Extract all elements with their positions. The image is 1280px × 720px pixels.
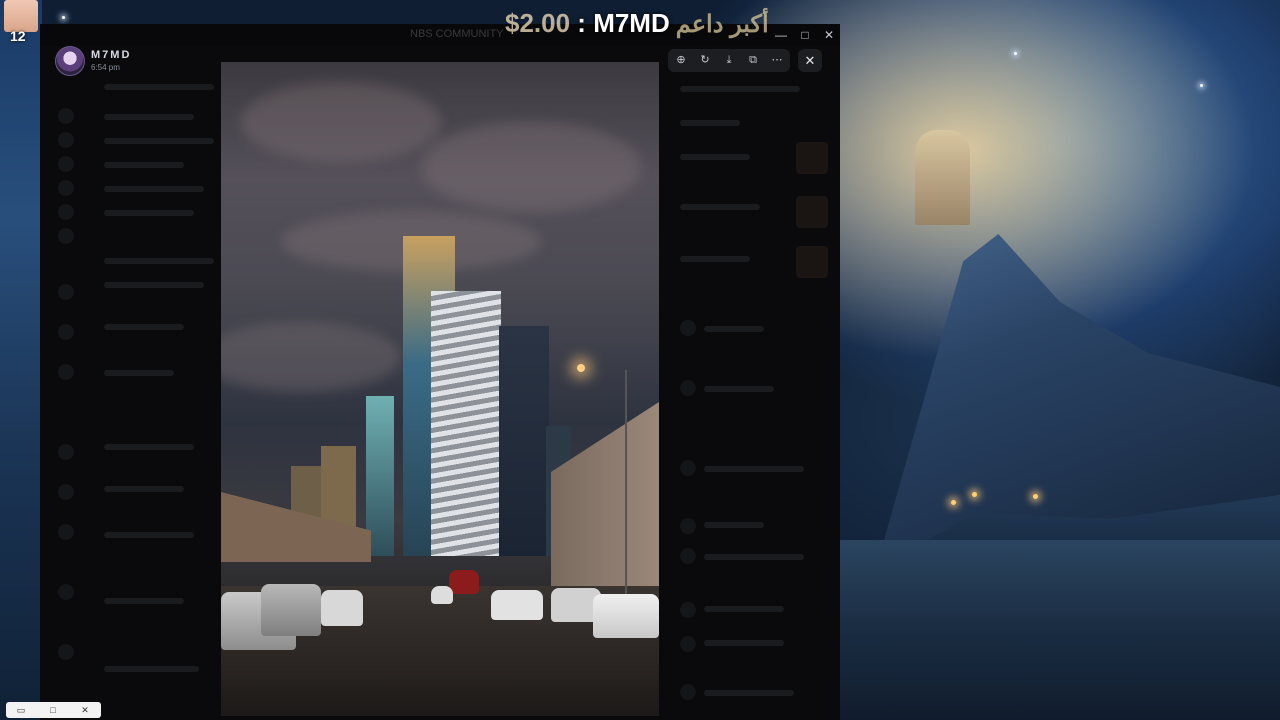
uploader-time: 6:54 pm [91,63,120,72]
viewer-toolbar: ⊕ ↻ ⤓ ⧉ ⋯ [668,49,790,72]
close-icon[interactable]: ✕ [76,703,94,717]
wallpaper-star [62,16,65,19]
desktop-corner-label: 12 [10,28,26,44]
close-viewer-button[interactable]: ✕ [798,49,822,72]
restore-icon[interactable]: ▭ [10,703,32,717]
uploader-avatar[interactable] [55,46,85,76]
wallpaper-mountain [884,234,1280,540]
taskbar-snippet: ▭ □ ✕ [6,702,101,718]
more-options-icon[interactable]: ⋯ [768,52,786,69]
title-arabic: أكبر داعم [675,11,769,38]
uploader-name[interactable]: M7MD [91,49,131,61]
wallpaper-lamp [951,500,956,505]
rotate-icon[interactable]: ↻ [696,52,714,69]
wallpaper-lamp [972,492,977,497]
open-in-browser-icon[interactable]: ⧉ [744,52,762,69]
wallpaper-left-strip [0,0,42,720]
download-icon[interactable]: ⤓ [720,52,738,69]
viewer-image[interactable] [221,62,659,716]
close-window-button[interactable]: ✕ [822,28,836,42]
zoom-icon[interactable]: ⊕ [672,52,690,69]
window-title: NBS COMMUNITY [410,28,504,40]
title-separator: : [570,8,594,38]
minimize-button[interactable]: — [774,28,788,42]
wallpaper-lamp [1033,494,1038,499]
wallpaper-star [1200,84,1203,87]
title-price: $2.00 [505,8,571,38]
wallpaper-water [840,540,1280,720]
wallpaper-star [1014,52,1017,55]
maximize-icon[interactable]: □ [44,703,62,717]
title-name: M7MD [593,8,670,38]
wallpaper-castle-tower [915,130,970,225]
maximize-button[interactable]: □ [798,28,812,42]
stream-title: $2.00 : M7MD أكبر داعم [505,8,769,39]
